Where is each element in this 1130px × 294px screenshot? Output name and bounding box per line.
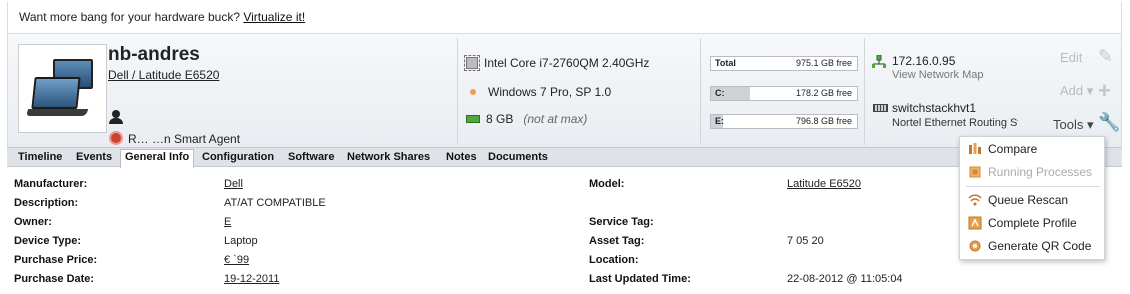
disk-label: E:: [715, 116, 724, 126]
qr-icon: [969, 240, 981, 252]
tools-menu: Compare Running Processes Queue Rescan C…: [959, 136, 1105, 260]
info-key: Service Tag:: [589, 216, 654, 228]
info-key: Purchase Price:: [14, 254, 98, 266]
ram-label: 8 GB: [486, 112, 514, 126]
add-label: Add: [1060, 83, 1084, 98]
disk-label: C:: [715, 88, 725, 98]
promo-banner: Want more bang for your hardware buck? V…: [7, 2, 1122, 34]
laptop-icon-base: [25, 109, 89, 116]
tab-configuration[interactable]: Configuration: [202, 150, 274, 167]
tab-events[interactable]: Events: [76, 150, 112, 167]
info-key: Manufacturer:: [14, 178, 88, 190]
info-key: Owner:: [14, 216, 52, 228]
menu-label: Queue Rescan: [988, 193, 1069, 207]
tools-button[interactable]: Tools ▾: [1053, 117, 1094, 133]
cpu-label: Intel Core i7-2760QM 2.40GHz: [484, 56, 650, 70]
agent-icon: [109, 131, 123, 145]
divider: [700, 38, 701, 145]
tools-label: Tools: [1053, 117, 1084, 132]
tab-network-shares[interactable]: Network Shares: [347, 150, 430, 167]
purchase-date-link[interactable]: 19-12-2011: [224, 273, 279, 285]
rescan-icon: [968, 194, 982, 206]
menu-label: Generate QR Code: [988, 239, 1092, 253]
divider: [457, 38, 458, 145]
pencil-icon[interactable]: ✎: [1098, 46, 1113, 67]
device-model-link[interactable]: Dell / Latitude E6520: [108, 68, 219, 82]
disk-total: Total 975.1 GB free: [710, 56, 858, 71]
disk-free: 178.2 GB free: [795, 88, 852, 98]
general-info-panel: Manufacturer: Dell Description: AT/AT CO…: [14, 178, 1114, 290]
os-icon: [470, 89, 476, 95]
menu-item-complete-profile[interactable]: Complete Profile: [968, 216, 1077, 234]
profile-icon: [968, 216, 982, 230]
os-row: Windows 7 Pro, SP 1.0: [466, 85, 611, 99]
switch-name: switchstackhvt1: [892, 101, 977, 115]
disk-e: E: 796.8 GB free: [710, 114, 858, 129]
tab-notes[interactable]: Notes: [446, 150, 477, 167]
info-key: Purchase Date:: [14, 273, 95, 285]
processes-icon: [969, 166, 981, 178]
info-value: 7 05 20: [787, 235, 824, 247]
ram-note: (not at max): [523, 112, 588, 126]
price-link[interactable]: € `99: [224, 254, 249, 266]
menu-item-compare[interactable]: Compare: [968, 142, 1037, 160]
menu-item-running-processes[interactable]: Running Processes: [968, 165, 1092, 183]
disk-c: C: 178.2 GB free: [710, 86, 858, 101]
tab-timeline[interactable]: Timeline: [18, 150, 62, 167]
add-button[interactable]: Add ▾: [1060, 83, 1093, 99]
ram-row: 8 GB (not at max): [466, 112, 587, 126]
disk-label: Total: [715, 58, 736, 68]
info-value: Laptop: [224, 235, 258, 247]
menu-label: Compare: [988, 142, 1038, 156]
info-value: 22-08-2012 @ 11:05:04: [787, 273, 903, 285]
edit-label: Edit: [1060, 50, 1083, 65]
divider: [864, 38, 865, 145]
info-key: Model:: [589, 178, 625, 190]
cpu-row: Intel Core i7-2760QM 2.40GHz: [464, 55, 650, 71]
view-network-map-link[interactable]: View Network Map: [892, 69, 984, 81]
switch-icon: [873, 104, 888, 112]
plus-icon[interactable]: +: [1098, 78, 1111, 104]
cpu-icon: [464, 55, 480, 71]
menu-label: Running Processes: [988, 165, 1093, 179]
info-key: Last Updated Time:: [589, 273, 691, 285]
owner-link[interactable]: E: [224, 216, 231, 228]
menu-divider: [966, 186, 1100, 187]
info-key: Description:: [14, 197, 79, 209]
edit-button[interactable]: Edit: [1060, 50, 1082, 65]
network-icon: [872, 55, 886, 68]
ram-icon: [466, 115, 480, 123]
menu-item-queue-rescan[interactable]: Queue Rescan: [968, 193, 1068, 211]
virtualize-link[interactable]: Virtualize it!: [243, 10, 305, 24]
compare-icon: [969, 143, 981, 154]
user-icon: [109, 110, 123, 124]
manufacturer-link[interactable]: Dell: [224, 178, 243, 190]
wrench-icon[interactable]: 🔧: [1098, 112, 1120, 133]
info-key: Device Type:: [14, 235, 82, 247]
tab-bar: Timeline Events General Info Configurati…: [7, 147, 1122, 168]
disk-free: 975.1 GB free: [795, 58, 852, 68]
info-value: AT/AT COMPATIBLE: [224, 197, 326, 209]
ip-address: 172.16.0.95: [892, 54, 956, 68]
promo-text: Want more bang for your hardware buck?: [19, 10, 240, 24]
info-key: Location:: [589, 254, 639, 266]
laptop-icon-front: [31, 77, 81, 109]
disk-free: 796.8 GB free: [795, 116, 852, 126]
os-label: Windows 7 Pro, SP 1.0: [488, 85, 612, 99]
device-name: nb-andres: [108, 44, 200, 65]
model-link[interactable]: Latitude E6520: [787, 178, 861, 190]
tab-general-info[interactable]: General Info: [120, 149, 195, 168]
device-thumbnail: [18, 44, 107, 133]
switch-vendor: Nortel Ethernet Routing Sv: [892, 117, 1018, 129]
menu-item-generate-qr-code[interactable]: Generate QR Code: [968, 239, 1091, 257]
scan-agent-label: R… …n Smart Agent: [128, 132, 241, 146]
menu-label: Complete Profile: [988, 216, 1077, 230]
info-key: Asset Tag:: [589, 235, 645, 247]
tab-documents[interactable]: Documents: [488, 150, 548, 167]
tab-software[interactable]: Software: [288, 150, 334, 167]
asset-header: nb-andres Dell / Latitude E6520 R… …n Sm…: [7, 34, 1122, 147]
